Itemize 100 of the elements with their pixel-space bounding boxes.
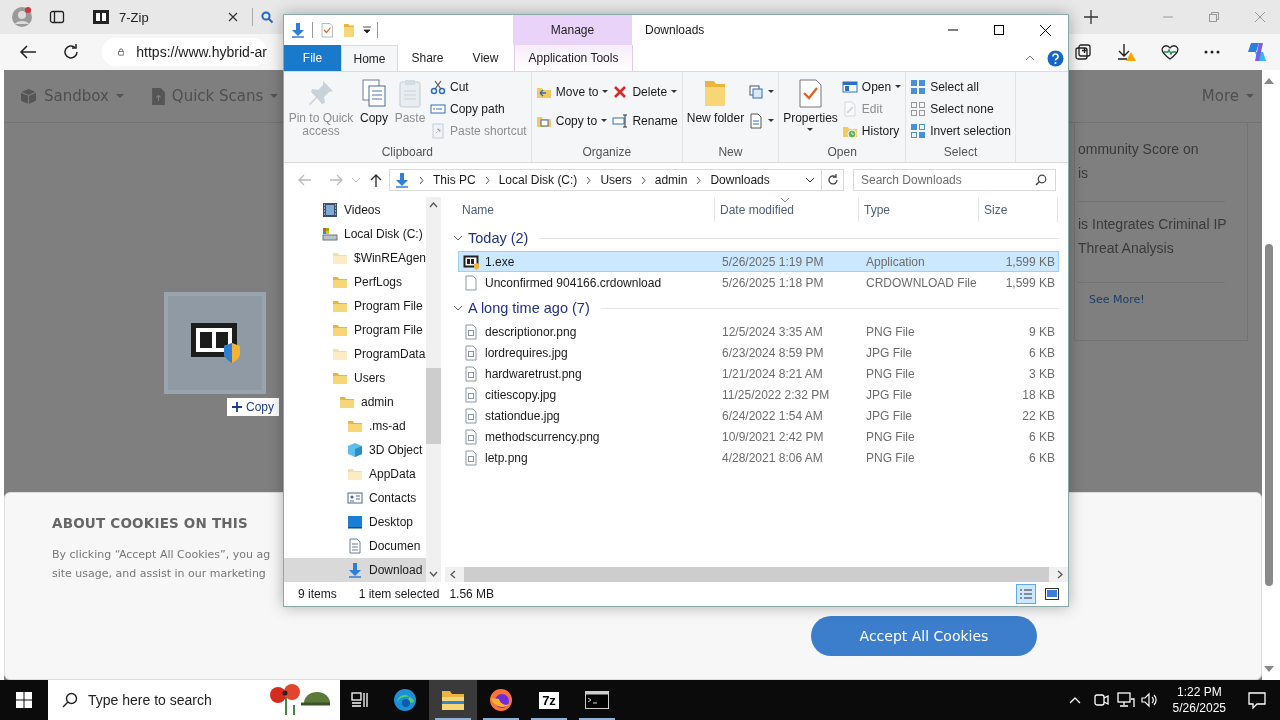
file-row[interactable]: hardwaretrust.png 1/21/2024 8:21 AM PNG File 3 KB <box>458 363 1059 384</box>
accept-cookies-button[interactable]: Accept All Cookies <box>811 616 1037 656</box>
ribbon-button[interactable]: New folder <box>686 75 745 125</box>
taskbar-search-field[interactable]: Type here to search <box>48 680 340 720</box>
ribbon-button[interactable]: Properties <box>783 75 838 131</box>
scroll-down-icon[interactable] <box>1264 666 1274 672</box>
clock[interactable]: 1:22 PM 5/26/2025 <box>1172 684 1226 716</box>
ribbon-button[interactable]: Copy to <box>535 111 609 130</box>
breadcrumb[interactable]: admin <box>654 173 688 187</box>
copilot-icon[interactable] <box>1245 40 1269 64</box>
up-icon[interactable] <box>370 173 382 187</box>
collections-icon[interactable] <box>1074 43 1092 61</box>
file-row[interactable]: stationdue.jpg 6/24/2022 1:54 AM JPG File 22 KB <box>458 405 1059 426</box>
column-header[interactable]: Size <box>979 198 1058 222</box>
file-row[interactable]: lordrequires.jpg 6/23/2024 8:59 PM JPG File 6 KB <box>458 342 1059 363</box>
file-row[interactable]: Unconfirmed 904166.crdownload 5/26/2025 1:18 PM CRDOWNLOAD File 1,599 KB <box>458 272 1059 293</box>
help-icon[interactable] <box>1047 49 1064 67</box>
breadcrumb[interactable]: Downloads <box>710 173 770 187</box>
details-view-button[interactable] <box>1016 584 1036 604</box>
scroll-right-icon[interactable] <box>1057 570 1063 579</box>
back-icon[interactable] <box>19 44 37 60</box>
meet-now-icon[interactable] <box>1092 692 1109 708</box>
ribbon-button[interactable]: Delete <box>612 82 678 101</box>
column-header[interactable]: Type <box>859 198 979 222</box>
file-row[interactable]: methodscurrency.png 10/9/2021 2:42 PM PNG File 6 KB <box>458 426 1059 447</box>
scroll-down-icon[interactable] <box>429 571 438 577</box>
nav-tree-item[interactable]: Users <box>284 366 426 390</box>
ribbon-tab[interactable]: Share <box>398 45 457 71</box>
nav-tree-item[interactable]: Program File <box>284 318 426 342</box>
nav-tree-item[interactable]: Documen <box>284 534 426 558</box>
nav-tree-item[interactable]: Videos <box>284 198 426 222</box>
collapse-ribbon-icon[interactable] <box>1025 55 1035 61</box>
nav-tree-item[interactable]: PerfLogs <box>284 270 426 294</box>
volume-icon[interactable] <box>1140 692 1159 708</box>
refresh-button[interactable] <box>822 169 844 191</box>
more-icon[interactable] <box>1204 50 1220 54</box>
ribbon-tab[interactable]: File <box>284 45 341 71</box>
nav-tree-item[interactable]: ProgramData <box>284 342 426 366</box>
ribbon-button[interactable]: Copy path <box>430 99 527 118</box>
scroll-up-icon[interactable] <box>429 202 438 208</box>
browser-tab[interactable]: 7-Zip <box>83 0 248 34</box>
file-row[interactable]: letp.png 4/28/2021 8:06 AM PNG File 6 KB <box>458 447 1059 468</box>
checked-page-icon[interactable] <box>319 22 335 38</box>
address-field[interactable]: https://www.hybrid-ar <box>102 38 267 66</box>
ribbon-button[interactable]: Open <box>841 77 902 96</box>
ribbon-tab[interactable]: Home <box>341 45 398 71</box>
network-icon[interactable] <box>1116 692 1135 708</box>
nav-tree-item[interactable]: AppData <box>284 462 426 486</box>
file-row[interactable]: 1.exe 5/26/2025 1:19 PM Application 1,599 KB <box>458 251 1059 272</box>
ribbon-button[interactable]: Move to <box>535 82 609 101</box>
nav-tree-item[interactable]: Download <box>284 558 426 582</box>
ribbon-button[interactable]: Copy <box>358 75 390 125</box>
notification-icon[interactable] <box>1248 691 1266 709</box>
close-icon[interactable] <box>228 12 238 22</box>
profile-avatar-icon[interactable] <box>11 6 33 28</box>
search-field[interactable]: Search Downloads <box>853 169 1056 191</box>
scrollbar-thumb[interactable] <box>1265 244 1273 586</box>
new-tab-icon[interactable] <box>1084 10 1098 24</box>
taskbar-app-button[interactable] <box>429 680 477 720</box>
task-view-icon[interactable] <box>351 692 369 708</box>
nav-tree-item[interactable]: 3D Object <box>284 438 426 462</box>
file-row[interactable]: descriptionor.png 12/5/2024 3:35 AM PNG File 9 KB <box>458 321 1059 342</box>
dropdown-icon[interactable] <box>363 26 371 34</box>
group-header[interactable]: Today (2) <box>453 225 1059 251</box>
nav-tree-item[interactable]: Contacts <box>284 486 426 510</box>
ribbon-dropdown-button[interactable] <box>748 111 775 130</box>
download-icon[interactable] <box>290 22 306 38</box>
address-field[interactable]: This PC Local Disk (C:) Users admin Downloads <box>389 169 822 191</box>
ribbon-dropdown-button[interactable] <box>748 82 775 101</box>
file-row[interactable]: citiescopy.jpg 11/25/2022 2:32 PM JPG File 18 KB <box>458 384 1059 405</box>
scrollbar-thumb[interactable] <box>426 368 441 444</box>
heart-pulse-icon[interactable] <box>1160 43 1180 61</box>
nav-tree-item[interactable]: Desktop <box>284 510 426 534</box>
ribbon-button[interactable]: Cut <box>430 77 527 96</box>
group-header[interactable]: A long time ago (7) <box>453 295 1059 321</box>
ribbon-button[interactable]: Select none <box>910 99 1011 118</box>
start-icon[interactable] <box>16 692 32 708</box>
scrollbar[interactable] <box>426 197 441 582</box>
scroll-left-icon[interactable] <box>450 570 456 579</box>
nav-tree-item[interactable]: admin <box>284 390 426 414</box>
chevron-up-icon[interactable] <box>1068 696 1081 704</box>
ribbon-tab[interactable]: View <box>457 45 514 71</box>
tab-actions-icon[interactable] <box>49 9 65 25</box>
refresh-icon[interactable] <box>62 43 80 61</box>
dropdown-icon[interactable] <box>805 177 815 183</box>
ribbon-button[interactable]: Invert selection <box>910 121 1011 140</box>
breadcrumb[interactable]: Users <box>600 173 632 187</box>
nav-tree-item[interactable]: Local Disk (C:) <box>284 222 426 246</box>
ribbon-button[interactable]: Rename <box>612 111 678 130</box>
ribbon-button[interactable]: History <box>841 121 902 140</box>
breadcrumb[interactable]: Local Disk (C:) <box>498 173 578 187</box>
column-header[interactable]: Name <box>457 198 715 222</box>
nav-tree-item[interactable]: .ms-ad <box>284 414 426 438</box>
nav-tree-item[interactable]: $WinREAgen <box>284 246 426 270</box>
scroll-up-icon[interactable] <box>1264 78 1274 84</box>
ribbon-tab[interactable]: Application Tools <box>514 45 633 71</box>
ribbon-button[interactable]: Select all <box>910 77 1011 96</box>
nav-tree-item[interactable]: Program File <box>284 294 426 318</box>
column-header[interactable]: Date modified <box>715 198 859 222</box>
download-warning-icon[interactable] <box>1116 42 1136 62</box>
